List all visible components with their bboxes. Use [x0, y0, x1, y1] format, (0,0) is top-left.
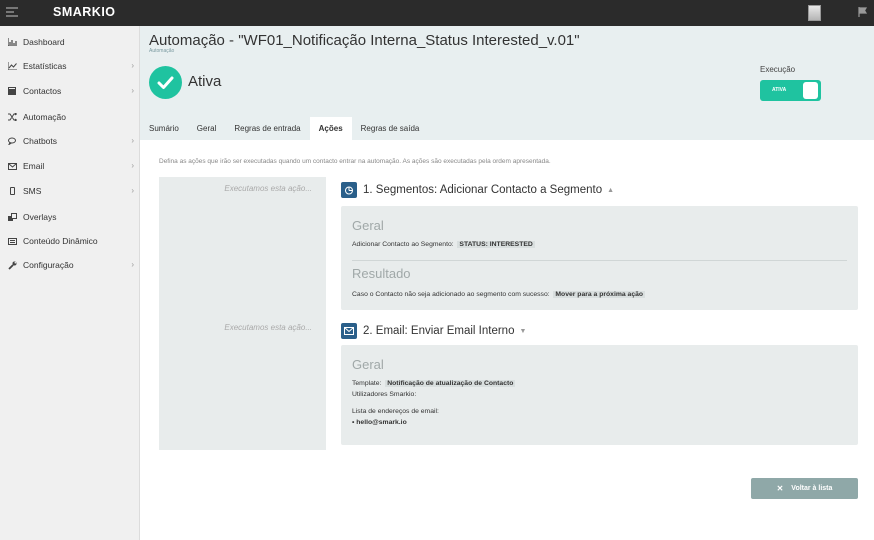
action-2-box: Geral Template: Notificação de atualizaç…	[341, 345, 858, 445]
segment-value: STATUS: INTERESTED	[457, 241, 535, 248]
sidebar-item-chatbots[interactable]: Chatbots ›	[0, 130, 140, 152]
segment-icon	[341, 182, 357, 198]
email-address: hello@smark.io	[356, 419, 407, 426]
tab-regras-saida[interactable]: Regras de saída	[352, 117, 429, 140]
sidebar-item-label: Estatísticas	[23, 61, 67, 71]
execution-toggle[interactable]: ATIVA	[760, 80, 821, 101]
emails-label: Lista de endereços de email:	[352, 408, 439, 415]
template-value: Notificação de atualização de Contacto	[385, 380, 516, 387]
chevron-down-icon[interactable]: ▼	[519, 328, 526, 335]
email-list-item: • hello@smark.io	[352, 419, 407, 426]
wrench-icon	[7, 260, 17, 270]
chevron-right-icon: ›	[131, 260, 134, 269]
action-2-title: 2. Email: Enviar Email Interno	[363, 325, 515, 337]
execution-label: Execução	[760, 65, 796, 74]
sidebar-item-overlays[interactable]: Overlays	[0, 206, 140, 228]
status-text: Ativa	[188, 73, 222, 90]
action-2-geral-title: Geral	[352, 357, 384, 372]
execute-label-2: Executamos esta ação...	[224, 323, 312, 332]
sidebar-item-label: Email	[23, 161, 45, 171]
sidebar-item-label: Automação	[23, 112, 66, 122]
segment-label: Adicionar Contacto ao Segmento:	[352, 241, 454, 248]
tab-bar: Sumário Geral Regras de entrada Ações Re…	[140, 117, 428, 140]
close-icon: ✕	[776, 484, 784, 493]
chevron-right-icon: ›	[131, 86, 134, 95]
template-line: Template: Notificação de atualização de …	[352, 380, 516, 387]
sidebar-item-conteudo-dinamico[interactable]: Conteúdo Dinâmico	[0, 230, 140, 252]
action-2-header[interactable]: 2. Email: Enviar Email Interno ▼	[341, 320, 526, 342]
action-1-title: 1. Segmentos: Adicionar Contacto a Segme…	[363, 184, 603, 196]
sidebar-item-label: Configuração	[23, 260, 74, 270]
logo: SMARKIO	[53, 5, 116, 19]
action-1-resultado-title: Resultado	[352, 266, 411, 281]
sidebar: Dashboard Estatísticas › Contactos › Aut…	[0, 26, 140, 540]
toggle-knob	[803, 82, 818, 99]
chevron-up-icon[interactable]: ▲	[607, 187, 614, 194]
tab-regras-entrada[interactable]: Regras de entrada	[225, 117, 309, 140]
tab-acoes[interactable]: Ações	[309, 117, 352, 140]
sidebar-item-configuracao[interactable]: Configuração ›	[0, 254, 140, 276]
sidebar-item-email[interactable]: Email ›	[0, 155, 140, 177]
tab-sumario[interactable]: Sumário	[140, 117, 188, 140]
action-1-geral-title: Geral	[352, 218, 384, 233]
contacts-icon	[7, 86, 17, 96]
user-avatar[interactable]	[808, 5, 821, 21]
flag-icon[interactable]	[858, 7, 868, 17]
overlays-icon	[7, 212, 17, 222]
chevron-right-icon: ›	[131, 161, 134, 170]
dynamic-content-icon	[7, 236, 17, 246]
sidebar-item-contactos[interactable]: Contactos ›	[0, 80, 140, 102]
sidebar-item-sms[interactable]: SMS ›	[0, 180, 140, 202]
result-value: Mover para a próxima ação	[553, 291, 646, 298]
sidebar-item-label: Overlays	[23, 212, 57, 222]
back-button-label: Voltar à lista	[791, 485, 833, 492]
back-to-list-button[interactable]: ✕ Voltar à lista	[751, 478, 858, 499]
dashboard-icon	[7, 37, 17, 47]
sidebar-item-label: SMS	[23, 186, 42, 196]
chevron-right-icon: ›	[131, 61, 134, 70]
shuffle-icon	[7, 112, 17, 122]
chart-icon	[7, 61, 17, 71]
breadcrumb[interactable]: Automação	[149, 48, 174, 54]
sidebar-item-label: Contactos	[23, 86, 62, 96]
template-label: Template:	[352, 380, 382, 387]
actions-left-panel: Executamos esta ação... Executamos esta …	[159, 177, 326, 450]
sidebar-item-automacao[interactable]: Automação	[0, 106, 140, 128]
actions-description: Defina as ações que irão ser executadas …	[159, 158, 551, 165]
chevron-right-icon: ›	[131, 136, 134, 145]
toggle-label: ATIVA	[772, 87, 787, 93]
menu-icon[interactable]	[6, 7, 18, 19]
page-title: Automação - "WF01_Notificação Interna_St…	[149, 32, 580, 49]
top-bar: SMARKIO	[0, 0, 874, 26]
email-icon	[7, 161, 17, 171]
sidebar-item-label: Dashboard	[23, 37, 65, 47]
result-label: Caso o Contacto não seja adicionado ao s…	[352, 291, 550, 298]
status-check-icon	[149, 66, 182, 99]
action-1-box: Geral Adicionar Contacto ao Segmento: ST…	[341, 206, 858, 310]
divider	[352, 260, 847, 261]
email-icon	[341, 323, 357, 339]
chevron-right-icon: ›	[131, 186, 134, 195]
tab-geral[interactable]: Geral	[188, 117, 226, 140]
sidebar-item-dashboard[interactable]: Dashboard	[0, 31, 140, 53]
chat-icon	[7, 136, 17, 146]
phone-icon	[7, 186, 17, 196]
users-label: Utilizadores Smarkio:	[352, 391, 417, 398]
action-1-segment-line: Adicionar Contacto ao Segmento: STATUS: …	[352, 241, 535, 248]
sidebar-item-label: Conteúdo Dinâmico	[23, 236, 98, 246]
execute-label-1: Executamos esta ação...	[224, 184, 312, 193]
action-1-result-line: Caso o Contacto não seja adicionado ao s…	[352, 291, 646, 298]
action-1-header[interactable]: 1. Segmentos: Adicionar Contacto a Segme…	[341, 179, 614, 201]
sidebar-item-estatisticas[interactable]: Estatísticas ›	[0, 55, 140, 77]
sidebar-item-label: Chatbots	[23, 136, 58, 146]
